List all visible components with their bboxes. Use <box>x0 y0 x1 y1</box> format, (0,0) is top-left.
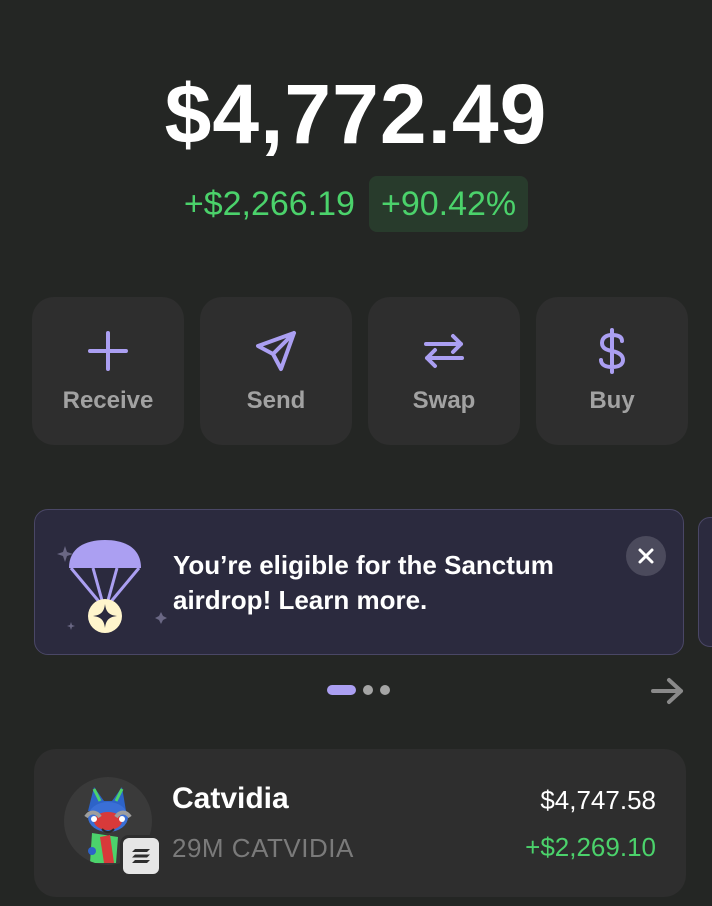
parachute-airdrop-icon <box>57 540 167 633</box>
carousel-dot[interactable] <box>363 685 373 695</box>
close-icon <box>638 548 654 564</box>
carousel-pagination <box>327 685 390 695</box>
swap-icon <box>424 334 464 368</box>
carousel-dot[interactable] <box>380 685 390 695</box>
balance-change-row: +$2,266.19 +90.42% <box>0 176 712 232</box>
carousel-dot-active[interactable] <box>327 685 356 695</box>
send-label: Send <box>246 387 306 414</box>
token-row[interactable]: Catvidia 29M CATVIDIA $4,747.58 +$2,269.… <box>34 749 686 897</box>
next-banner-card[interactable] <box>698 517 712 647</box>
dollar-icon <box>599 328 626 374</box>
token-name: Catvidia <box>172 782 289 815</box>
solana-icon <box>120 835 162 877</box>
swap-label: Swap <box>412 387 476 414</box>
swap-button[interactable]: Swap <box>368 297 520 445</box>
action-buttons: Receive Send Swap Buy <box>32 297 688 445</box>
airdrop-banner[interactable]: You’re eligible for the Sanctum airdrop!… <box>34 509 684 655</box>
balance-change-amount: +$2,266.19 <box>183 185 355 223</box>
token-amount: 29M CATVIDIA <box>172 833 354 863</box>
buy-label: Buy <box>589 387 635 414</box>
token-value: $4,747.58 <box>540 785 656 815</box>
receive-button[interactable]: Receive <box>32 297 184 445</box>
plus-icon <box>88 331 128 371</box>
token-change: +$2,269.10 <box>525 832 656 862</box>
receive-label: Receive <box>62 387 154 414</box>
total-balance: $4,772.49 <box>164 67 548 161</box>
airdrop-banner-text: You’re eligible for the Sanctum airdrop!… <box>173 550 554 615</box>
banner-close-button[interactable] <box>626 536 666 576</box>
buy-button[interactable]: Buy <box>536 297 688 445</box>
arrow-right-icon[interactable] <box>650 676 686 706</box>
send-icon <box>256 331 296 371</box>
balance-change-percent: +90.42% <box>368 176 529 232</box>
send-button[interactable]: Send <box>200 297 352 445</box>
